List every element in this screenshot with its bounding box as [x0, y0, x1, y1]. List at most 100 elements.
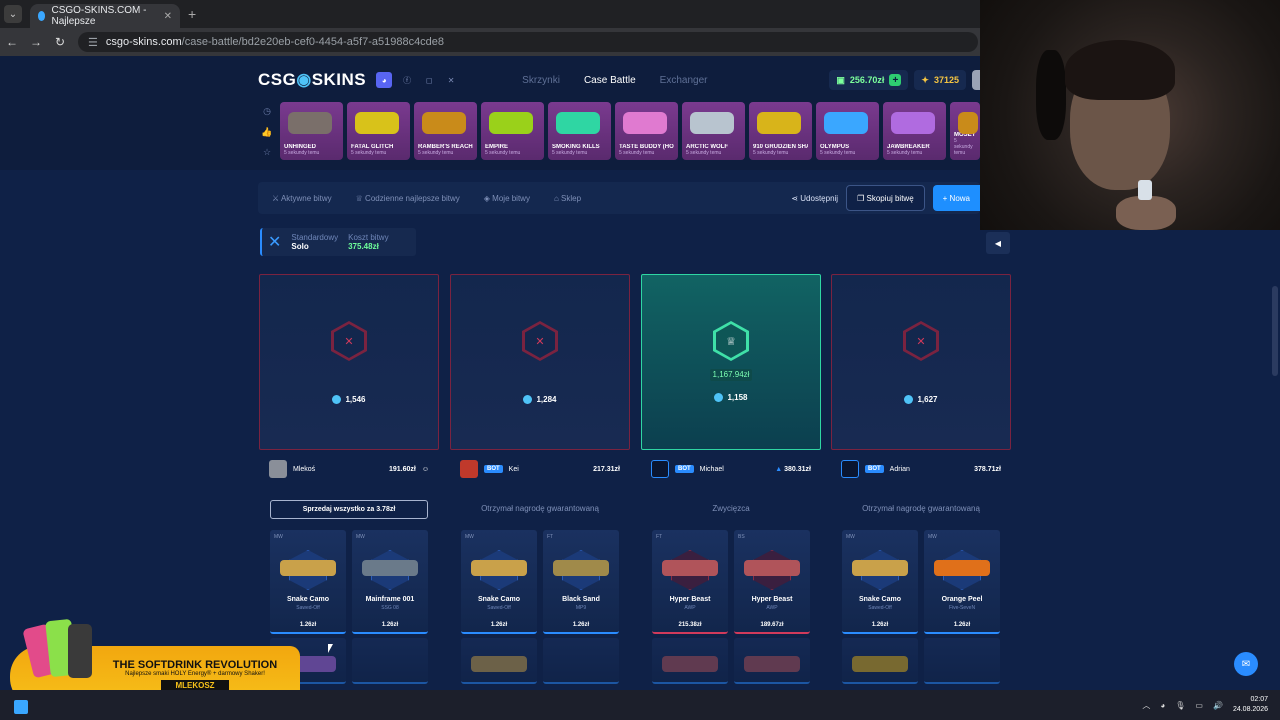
player-arena: ✕ 1,546: [259, 274, 439, 450]
network-icon[interactable]: ▭: [1195, 701, 1203, 710]
skin-image: [280, 560, 336, 576]
address-bar[interactable]: ☰ csgo-skins.com/case-battle/bd2e20eb-ce…: [78, 32, 978, 52]
volume-icon[interactable]: 🔊: [1213, 701, 1223, 710]
x-twitter-icon[interactable]: ✕: [444, 73, 458, 87]
item-card[interactable]: FT Hyper Beast AWP 215.38zł: [652, 530, 728, 634]
item-card[interactable]: [924, 638, 1000, 684]
item-card[interactable]: MW Orange Peel Five-SeveN 1.26zł: [924, 530, 1000, 634]
item-card[interactable]: BS Hyper Beast AWP 189.67zł: [734, 530, 810, 634]
instagram-icon[interactable]: ◻: [422, 73, 436, 87]
skin-image: [288, 112, 332, 134]
drop-card[interactable]: RAMBER'S REACH 5 sekundy temu: [414, 102, 477, 160]
facebook-icon[interactable]: ⓕ: [400, 73, 414, 87]
drop-card[interactable]: MOSEYLE BUDAPES5 sekundy temu: [950, 102, 980, 160]
clock[interactable]: 02:07 24.08.2026: [1233, 695, 1268, 715]
drop-card[interactable]: FATAL GLITCH 5 sekundy temu: [347, 102, 410, 160]
chat-icon[interactable]: ✉: [1234, 652, 1258, 676]
streamer-hand: [1116, 196, 1176, 230]
subnav-daily-best[interactable]: ♕ Codzienne najlepsze bitwy: [356, 194, 460, 203]
history-icon[interactable]: ◷: [263, 106, 271, 117]
battle-mode-info: ✕ Standardowy Solo Koszt bitwy 375.48zł: [260, 228, 416, 256]
item-card[interactable]: [352, 638, 428, 684]
share-button[interactable]: ⋖ Udostępnij: [791, 194, 838, 203]
emoji-icon[interactable]: ☺: [422, 466, 429, 473]
lose-x-icon: ✕: [525, 324, 555, 358]
item-card[interactable]: [734, 638, 810, 684]
site-info-icon[interactable]: ☰: [88, 36, 98, 49]
nav-cases[interactable]: Skrzynki: [522, 75, 560, 86]
balance-chip[interactable]: ▣ 256.70zł +: [829, 70, 909, 90]
browser-tab[interactable]: CSGO-SKINS.COM - Najlepsze ✕: [30, 4, 180, 28]
player-column: ✕ 1,546 Mlekoś 191.60zł ☺ Sprzedaj wszys…: [259, 274, 439, 690]
nav-case-battle[interactable]: Case Battle: [584, 75, 636, 86]
windows-start-icon[interactable]: [14, 700, 28, 714]
coin-icon: [332, 395, 342, 404]
skin-image: [422, 112, 466, 134]
microphone-icon[interactable]: 🎙: [1175, 701, 1185, 710]
forward-icon[interactable]: →: [24, 35, 48, 49]
player-value: 191.60zł: [388, 465, 416, 473]
discord-icon[interactable]: ◕: [376, 72, 393, 88]
site-logo[interactable]: CSG◉SKINS: [258, 70, 366, 90]
player-arena: ♕ 1,167.94zł 1,158: [641, 274, 821, 450]
drop-card[interactable]: UNHINGED 5 sekundy temu: [280, 102, 343, 160]
item-card[interactable]: MW Snake Camo Sawed-Off 1.26zł: [842, 530, 918, 634]
copy-battle-button[interactable]: ❐ Skopiuj bitwę: [846, 185, 925, 211]
drop-card[interactable]: EMPIRE 5 sekundy temu: [481, 102, 544, 160]
tab-search-icon[interactable]: ⌄: [4, 5, 22, 23]
ad-code: MLEKOSZ: [161, 679, 229, 691]
subnav-shop[interactable]: ⌂ Sklep: [554, 194, 581, 203]
new-battle-button[interactable]: + Nowa: [932, 185, 980, 211]
player-column-winner: ♕ 1,167.94zł 1,158 BOT Michael ▲ 380.31z…: [641, 274, 821, 690]
item-card[interactable]: MW Snake Camo Sawed-Off 1.26zł: [461, 530, 537, 634]
item-card[interactable]: MW Snake Camo Sawed-Off 1.26zł: [270, 530, 346, 634]
ad-headline: THE SOFTDRINK REVOLUTION: [112, 658, 278, 671]
collapse-sidebar-button[interactable]: ◀: [986, 232, 1010, 254]
avatar: [460, 460, 478, 478]
star-icon[interactable]: ☆: [263, 147, 271, 158]
ad-subline: Najlepsze smaki HOLY Energy® + darmowy S…: [125, 670, 265, 677]
back-icon[interactable]: ←: [0, 35, 24, 49]
drop-card[interactable]: OLYMPUS 5 sekundy temu: [816, 102, 879, 160]
item-card[interactable]: [461, 638, 537, 684]
sell-all-button[interactable]: Sprzedaj wszystko za 3.78zł: [270, 500, 428, 519]
battle-subnav: ⚔ Aktywne bitwy ♕ Codzienne najlepsze bi…: [258, 182, 980, 214]
subnav-my-battles[interactable]: ◈ Moje bitwy: [484, 194, 530, 203]
thumb-up-icon[interactable]: 👍: [261, 127, 272, 138]
trophy-icon: ♕: [716, 324, 746, 358]
trophy-icon: ♕: [355, 193, 363, 203]
lose-x-icon: ✕: [334, 324, 364, 358]
drop-card[interactable]: JAWBREAKER 5 sekundy temu: [883, 102, 946, 160]
skin-image: [824, 112, 868, 134]
new-tab-icon[interactable]: +: [188, 6, 196, 22]
close-tab-icon[interactable]: ✕: [164, 11, 172, 22]
url-host: csgo-skins.com: [105, 36, 182, 48]
box-icon: ◈: [483, 193, 490, 203]
page-scrollbar[interactable]: [1272, 286, 1278, 376]
drop-card[interactable]: ARCTIC WOLF 5 sekundy temu: [682, 102, 745, 160]
tray-chevron-icon[interactable]: ︿: [1142, 700, 1150, 711]
skin-image: [891, 112, 935, 134]
item-card[interactable]: FT Black Sand MP9 1.26zł: [543, 530, 619, 634]
player-name: Michael: [699, 465, 724, 473]
drop-card[interactable]: TASTE BUDDY (HOLO)5 sekundy temu: [615, 102, 678, 160]
item-card[interactable]: [652, 638, 728, 684]
bot-badge: BOT: [865, 465, 884, 473]
discord-tray-icon[interactable]: ◕: [1160, 701, 1165, 710]
skin-image: [852, 656, 908, 672]
item-card[interactable]: [543, 638, 619, 684]
drop-card[interactable]: SMOKING KILLS 5 sekundy temu: [548, 102, 611, 160]
avatar: [269, 460, 287, 478]
subnav-active-battles[interactable]: ⚔ Aktywne bitwy: [272, 194, 332, 203]
item-card[interactable]: MW Mainframe 001 SSG 08 1.26zł: [352, 530, 428, 634]
skin-image: [489, 112, 533, 134]
drop-card[interactable]: 910 GRUDZIEŃ SHANGHAI 20245 sekundy temu: [749, 102, 812, 160]
player-value: 217.31zł: [593, 465, 620, 473]
share-icon: ⋖: [791, 193, 799, 203]
deposit-plus-icon[interactable]: +: [889, 74, 902, 86]
coins-chip[interactable]: ✦ 37125: [914, 70, 966, 90]
reload-icon[interactable]: ↻: [48, 35, 72, 49]
player-row: BOT Kei 217.31zł: [450, 458, 630, 480]
item-card[interactable]: [842, 638, 918, 684]
nav-exchanger[interactable]: Exchanger: [660, 75, 708, 86]
